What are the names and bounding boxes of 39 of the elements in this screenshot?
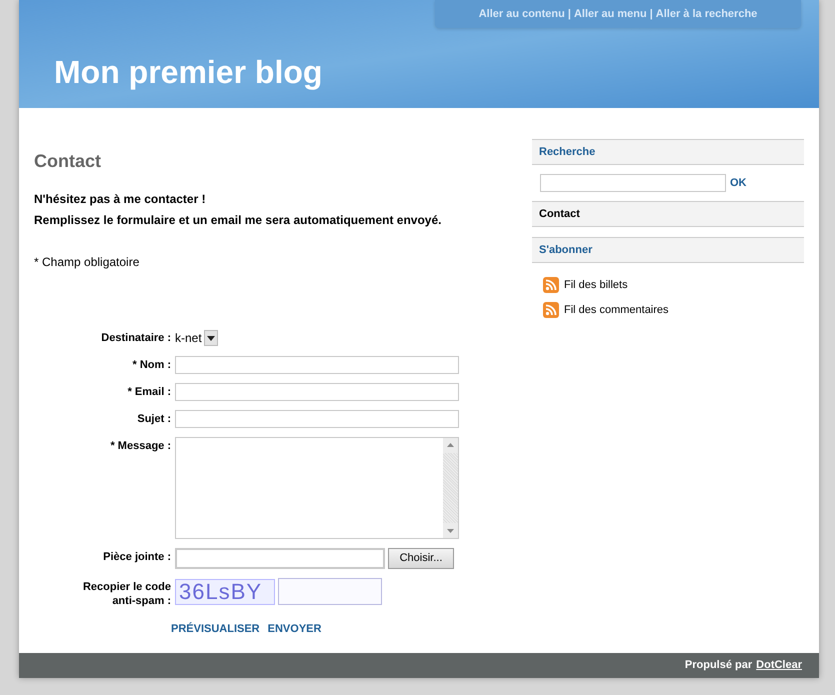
required-note: * Champ obligatoire — [34, 254, 140, 271]
field-label: Destinataire : — [100, 331, 171, 345]
widget-title: Contact — [539, 206, 580, 222]
rss-feed-icon — [543, 277, 559, 294]
feed-link[interactable]: Fil des commentaires — [564, 302, 669, 318]
widget-title[interactable]: Recherche — [539, 144, 596, 160]
intro-text: Remplissez le formulaire et un email me sera automatiquement envoyé. — [34, 212, 442, 229]
footer-link[interactable]: DotClear — [756, 657, 802, 674]
page-title: Contact — [34, 150, 101, 173]
form-action-link[interactable]: ENVOYER — [268, 621, 322, 638]
field-label: Recopier le code anti-spam : — [82, 580, 171, 608]
message-field[interactable] — [175, 437, 459, 539]
intro-text: N'hésitez pas à me contacter ! — [34, 191, 206, 208]
field-label: Pièce jointe : — [102, 550, 171, 564]
scroll-up-icon[interactable] — [443, 438, 458, 453]
search-field[interactable] — [540, 174, 726, 192]
captcha-image: 36LsBY — [175, 578, 275, 604]
field-label: * Nom : — [132, 358, 171, 372]
choose-file-button[interactable]: Choisir... — [388, 548, 454, 569]
feed-link[interactable]: Fil des billets — [564, 277, 628, 294]
file-path-field[interactable] — [175, 548, 385, 569]
widget-title[interactable]: S'abonner — [539, 242, 592, 258]
scroll-down-icon[interactable] — [443, 523, 458, 538]
text-field[interactable] — [175, 410, 459, 428]
footer-text: Propulsé par — [684, 658, 752, 674]
text-field[interactable] — [175, 356, 459, 374]
form-action-link[interactable]: PRÉVISUALISER — [171, 621, 260, 638]
captcha-field[interactable] — [278, 578, 382, 605]
ok-button[interactable]: OK — [730, 174, 746, 192]
field-label: * Message : — [109, 439, 171, 453]
scrollbar[interactable] — [443, 438, 458, 538]
field-label: * Email : — [126, 385, 171, 399]
text-field[interactable] — [175, 383, 459, 401]
caret-icon — [206, 336, 215, 340]
separator-text: | — [650, 6, 653, 22]
field-label: Sujet : — [136, 412, 171, 426]
rss-feed-icon — [543, 302, 559, 318]
dropdown[interactable]: k-net — [175, 329, 218, 347]
separator-text: | — [568, 6, 571, 22]
